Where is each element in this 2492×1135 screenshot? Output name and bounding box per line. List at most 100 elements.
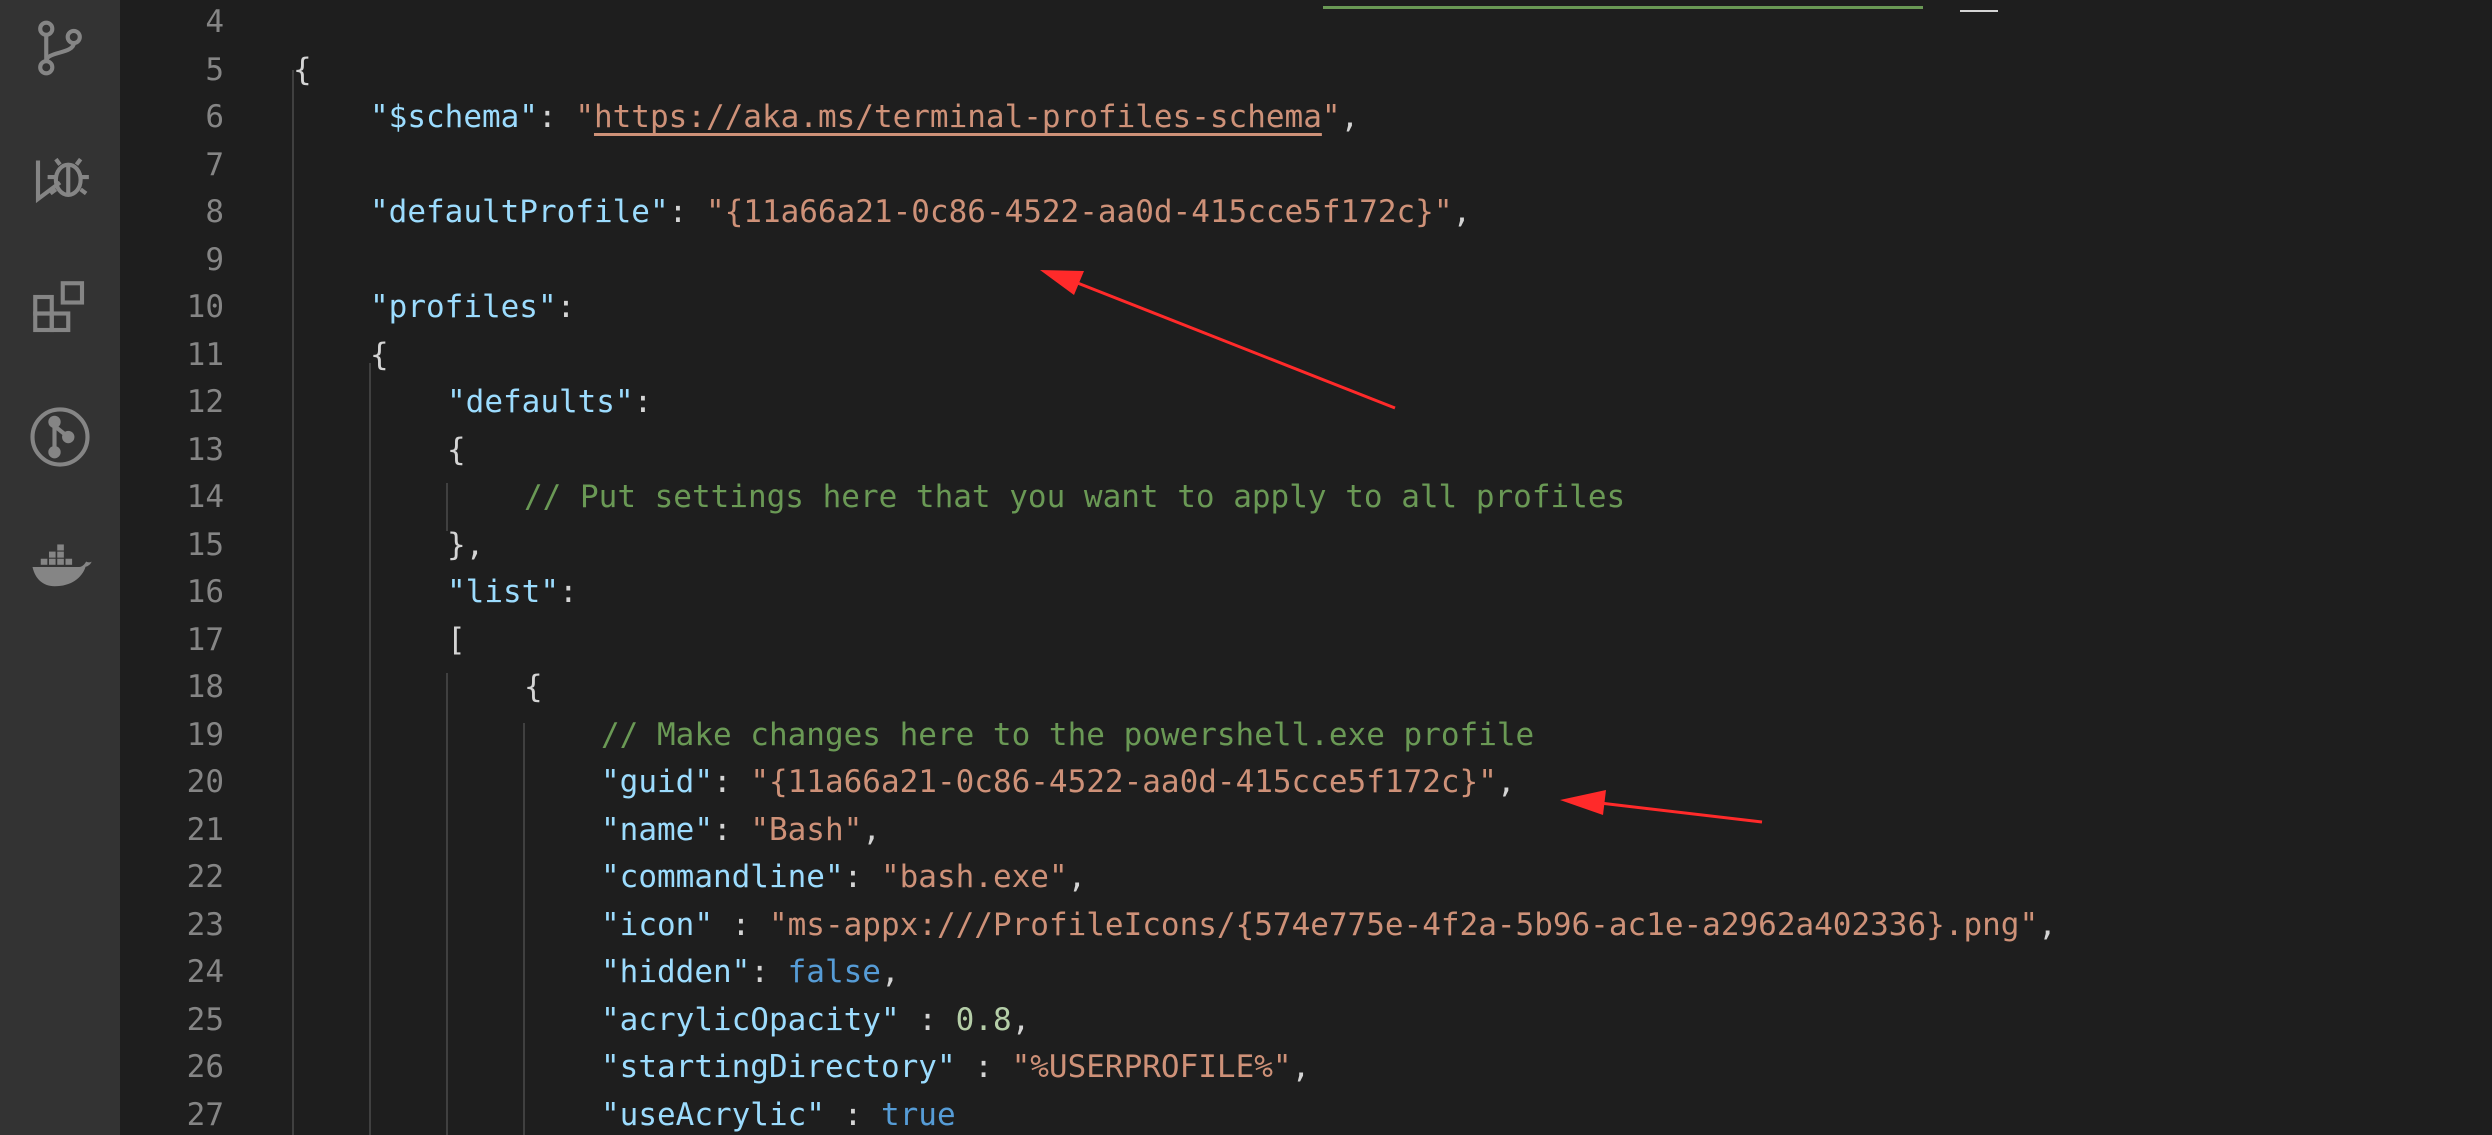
line-number: 9 [205, 241, 224, 278]
code-token: : [955, 1049, 1012, 1085]
code-line[interactable]: 8 "defaultProfile": "{11a66a21-0c86-4522-… [120, 189, 2492, 236]
code-line[interactable]: 21 "name": "Bash", [120, 807, 2492, 854]
line-code: }, [447, 522, 484, 569]
code-token: , [862, 811, 881, 848]
code-line[interactable]: 16 "list": [120, 569, 2492, 616]
line-number: 8 [205, 194, 224, 230]
line-number: 27 [186, 1096, 224, 1133]
code-token: [ [447, 621, 466, 658]
line-number: 11 [186, 336, 224, 373]
code-token: "Bash" [750, 811, 863, 848]
code-token: , [1496, 764, 1516, 800]
code-line[interactable]: 11 { [120, 332, 2492, 379]
code-editor[interactable]: 4 5{6 "$schema": "https://aka.ms/terminal-… [120, 0, 2492, 1135]
code-line[interactable]: 19 // Make changes here to the powershell… [120, 712, 2492, 759]
line-code: "list": [447, 569, 578, 616]
line-number: 5 [205, 51, 224, 88]
code-token: , [2038, 906, 2057, 943]
code-line[interactable]: 12 "defaults": [120, 379, 2492, 426]
code-token: : [843, 859, 881, 895]
line-number: 16 [186, 574, 224, 610]
line-number: 26 [186, 1049, 224, 1085]
line-code: "hidden": false, [601, 949, 900, 996]
code-line[interactable]: 23 "icon" : "ms-appx:///ProfileIcons/{574… [120, 902, 2492, 949]
code-line[interactable]: 17 [ [120, 617, 2492, 664]
code-token: 0.8 [955, 1001, 1012, 1038]
code-line[interactable]: 6 "$schema": "https://aka.ms/terminal-pro… [120, 94, 2492, 141]
code-line[interactable]: 20 "guid": "{11a66a21-0c86-4522-aa0d-415c… [120, 759, 2492, 806]
code-line[interactable]: 27 "useAcrylic" : true [120, 1092, 2492, 1135]
code-line[interactable]: 13 { [120, 427, 2492, 474]
line-number: 23 [186, 906, 224, 943]
code-line[interactable]: 15}, [120, 522, 2492, 569]
code-token: { [293, 51, 312, 88]
line-number: 4 [205, 4, 224, 40]
line-number: 6 [205, 99, 224, 135]
code-line[interactable]: 18 { [120, 664, 2492, 711]
code-token: , [880, 954, 900, 990]
code-line[interactable]: 9 [120, 237, 2492, 284]
line-number: 10 [186, 289, 224, 325]
code-token: "profiles" [370, 289, 557, 325]
line-code: "startingDirectory" : "%USERPROFILE%", [601, 1044, 1310, 1091]
code-token: "ms-appx:///ProfileIcons/{574e775e-4f2a-… [768, 906, 2039, 943]
line-code: { [524, 664, 543, 711]
code-line[interactable]: 24 "hidden": false, [120, 949, 2492, 996]
line-code: { [447, 427, 466, 474]
code-line[interactable]: 14 // Put settings here that you want to … [120, 474, 2492, 521]
line-number: 24 [186, 954, 224, 990]
code-token: // Put settings here that you want to ap… [524, 479, 1626, 515]
code-token: , [1011, 1001, 1031, 1038]
extensions-icon[interactable] [20, 268, 100, 348]
code-token: "acrylicOpacity" [601, 1001, 900, 1038]
line-number: 22 [186, 859, 224, 895]
git-graph-icon[interactable] [20, 397, 100, 477]
code-line[interactable]: 7 [120, 142, 2492, 189]
code-token: : [712, 811, 751, 848]
code-token: , [1291, 1049, 1311, 1085]
line-code: // Make changes here to the powershell.e… [601, 712, 1534, 759]
line-code: // Put settings here that you want to ap… [524, 474, 1625, 521]
code-line[interactable]: 10 "profiles": [120, 284, 2492, 331]
code-line[interactable]: 26 "startingDirectory" : "%USERPROFILE%", [120, 1044, 2492, 1091]
line-number: 12 [186, 384, 224, 420]
line-number: 17 [186, 621, 224, 658]
line-number: 25 [186, 1001, 224, 1038]
code-line[interactable]: 22 "commandline": "bash.exe", [120, 854, 2492, 901]
code-token: "{11a66a21-0c86-4522-aa0d-415cce5f172c}" [750, 764, 1497, 800]
code-token: }, [447, 526, 485, 563]
run-debug-icon[interactable] [20, 137, 100, 217]
line-code: "profiles": [370, 284, 575, 331]
source-control-icon[interactable] [20, 8, 100, 88]
line-number: 15 [186, 526, 224, 563]
code-token: " [1321, 99, 1341, 135]
code-token: : [558, 574, 578, 610]
code-token: : [899, 1001, 956, 1038]
code-token: : [712, 764, 751, 800]
activity-bar [0, 0, 120, 1135]
code-token[interactable]: https://aka.ms/terminal-profiles-schema [594, 99, 1322, 135]
code-token: "icon" [601, 906, 713, 943]
code-token: false [787, 954, 881, 990]
code-line[interactable]: 5{ [120, 47, 2492, 94]
code-token: true [880, 1096, 956, 1133]
code-token: "%USERPROFILE%" [1011, 1049, 1292, 1085]
docker-icon[interactable] [20, 527, 100, 607]
line-number: 21 [186, 811, 224, 848]
code-token: // Make changes here to the powershell.e… [601, 716, 1535, 753]
code-line[interactable]: 25 "acrylicOpacity" : 0.8, [120, 997, 2492, 1044]
code-token: , [1067, 859, 1087, 895]
line-code: "acrylicOpacity" : 0.8, [601, 997, 1030, 1044]
code-token: : [537, 99, 576, 135]
code-line[interactable]: 4 [120, 0, 2492, 46]
code-token: "commandline" [601, 859, 844, 895]
line-code: "$schema": "https://aka.ms/terminal-prof… [370, 94, 1359, 141]
line-number: 20 [186, 764, 224, 800]
line-code: "name": "Bash", [601, 807, 881, 854]
code-token: "hidden" [601, 954, 751, 990]
line-code: [ [447, 617, 466, 664]
code-token: : [750, 954, 788, 990]
code-token: "$schema" [370, 99, 538, 135]
code-token: "list" [447, 574, 559, 610]
line-code: "guid": "{11a66a21-0c86-4522-aa0d-415cce… [601, 759, 1516, 806]
